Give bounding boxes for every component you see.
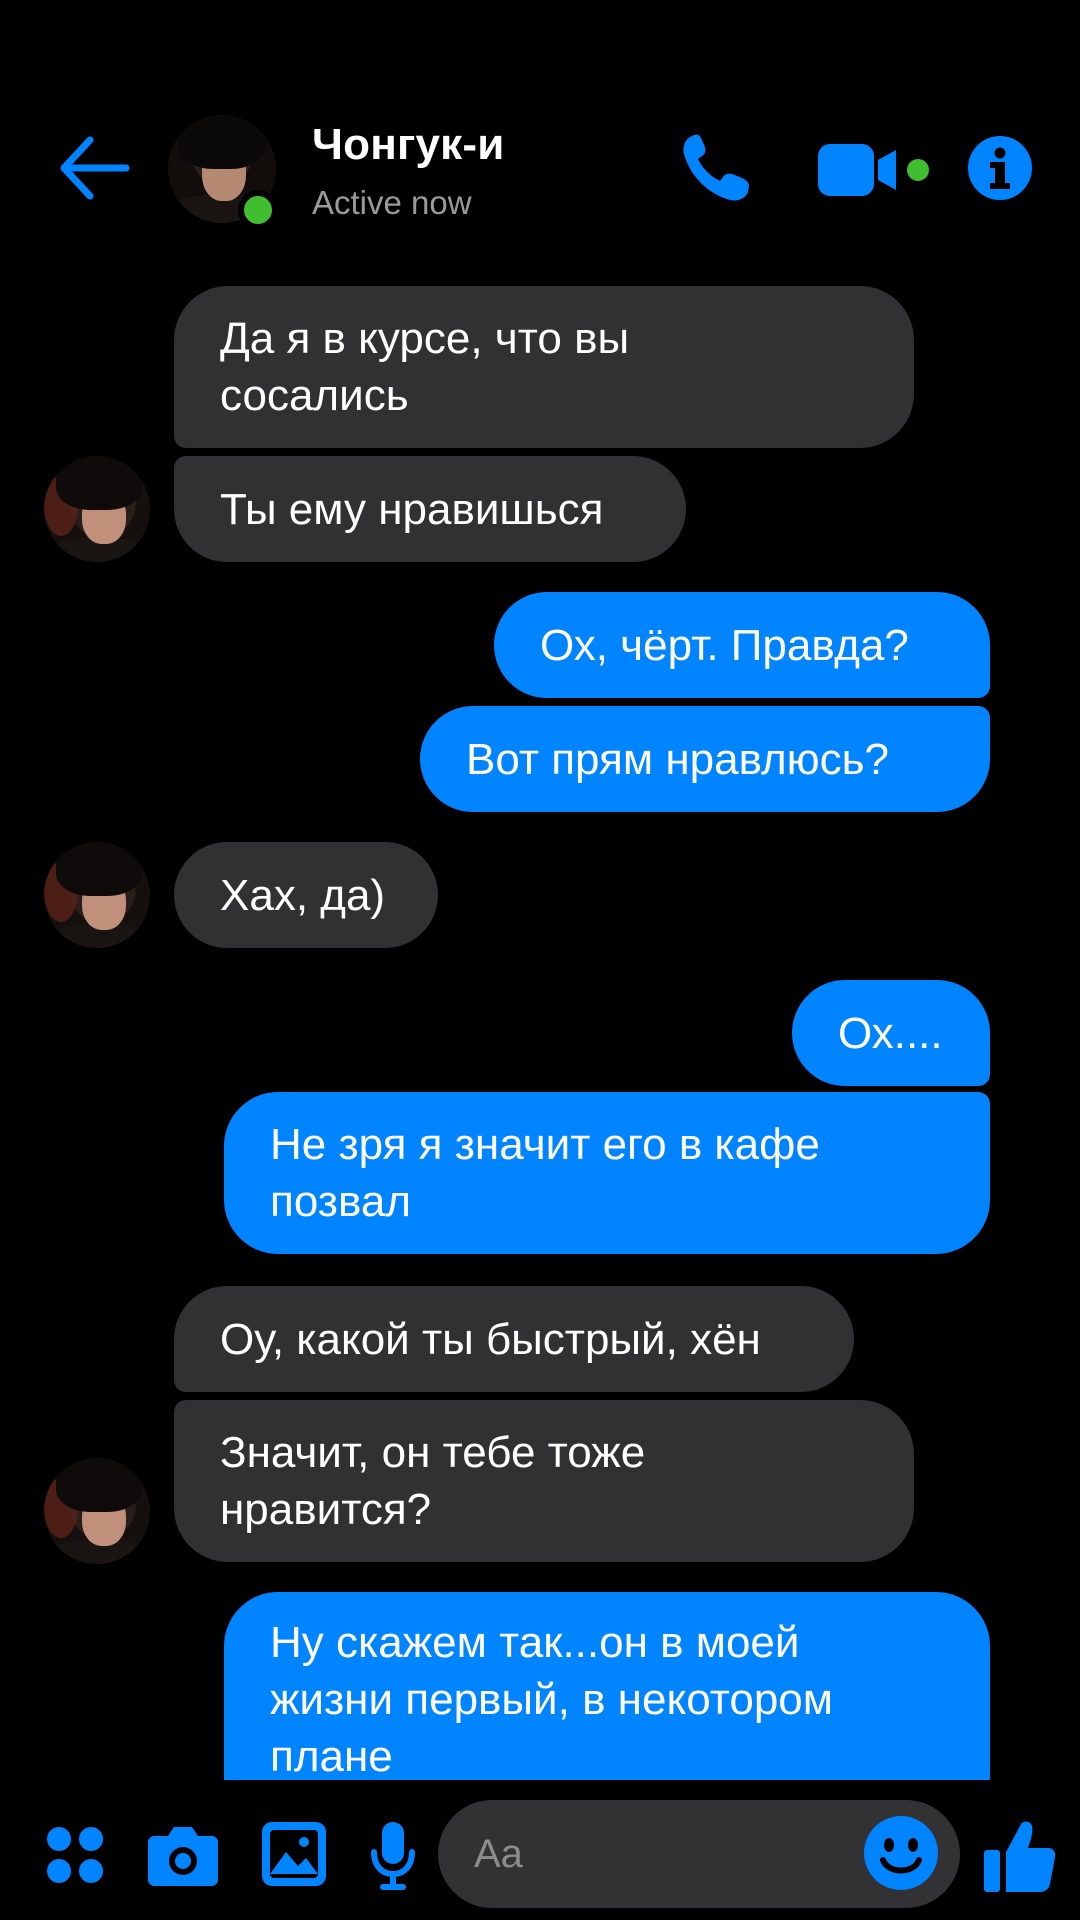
message-text: позвал [270, 1177, 412, 1226]
message-text: Ох.... [838, 1008, 943, 1058]
emoji-button[interactable] [864, 1816, 938, 1890]
contact-status: Active now [312, 184, 472, 221]
message-text: Ох, чёрт. Правда? [540, 620, 909, 670]
smiley-icon [864, 1816, 938, 1890]
contact-name[interactable]: Чонгук-и [312, 120, 505, 170]
message-bubble-outgoing[interactable]: Ох, чёрт. Правда? [494, 592, 990, 698]
message-bubble-incoming[interactable]: Хах, да) [174, 842, 438, 948]
chat-header: Чонгук-и Active now [0, 0, 1080, 250]
phone-icon [683, 134, 749, 201]
message-bubble-outgoing[interactable]: Ох.... [792, 980, 990, 1086]
message-text: плане [270, 1732, 393, 1781]
message-bubble-incoming[interactable]: Значит, он тебе тоже нравится? [174, 1400, 914, 1562]
message-bubble-outgoing[interactable]: Вот прям нравлюсь? [420, 706, 990, 812]
gallery-icon [262, 1822, 326, 1886]
message-text: Вот прям нравлюсь? [466, 734, 890, 784]
message-bubble-incoming[interactable]: Да я в курсе, что вы сосались [174, 286, 914, 448]
thumbs-up-icon [984, 1821, 1056, 1892]
contact-avatar-small[interactable] [44, 842, 150, 948]
voice-call-button[interactable] [678, 130, 754, 206]
video-call-button[interactable] [818, 140, 936, 200]
message-text: Ты ему нравишься [220, 484, 604, 534]
back-button[interactable] [56, 128, 132, 208]
message-text: Не зря я значит его в кафе [270, 1120, 820, 1169]
message-bubble-incoming[interactable]: Оу, какой ты быстрый, хён [174, 1286, 854, 1392]
message-text: сосались [220, 371, 409, 420]
info-icon [968, 136, 1032, 200]
contact-avatar-small[interactable] [44, 456, 150, 562]
gallery-button[interactable] [262, 1822, 326, 1886]
video-camera-icon [818, 144, 929, 196]
message-text: Хах, да) [220, 870, 386, 920]
microphone-icon [371, 1822, 415, 1890]
voice-message-button[interactable] [370, 1822, 416, 1890]
message-bubble-outgoing[interactable]: Ну скажем так...он в моей жизни первый, … [224, 1592, 990, 1782]
message-text: Ну скажем так...он в моей [270, 1618, 800, 1667]
camera-button[interactable] [148, 1824, 218, 1886]
message-text: жизни первый, в некотором [270, 1675, 834, 1724]
camera-icon [148, 1827, 218, 1886]
arrow-left-icon [60, 136, 130, 200]
message-text: Оу, какой ты быстрый, хён [220, 1314, 761, 1364]
message-text: Значит, он тебе тоже [220, 1428, 646, 1477]
message-bubble-incoming[interactable]: Ты ему нравишься [174, 456, 686, 562]
message-bubble-outgoing[interactable]: Не зря я значит его в кафе позвал [224, 1092, 990, 1254]
message-text: Да я в курсе, что вы [220, 314, 630, 363]
info-button[interactable] [968, 136, 1032, 200]
message-text: нравится? [220, 1485, 432, 1534]
apps-grid-icon [47, 1827, 103, 1883]
apps-button[interactable] [46, 1826, 104, 1884]
message-input-placeholder: Aa [474, 1832, 523, 1876]
messenger-chat-screen: Чонгук-и Active now Да я в курсе, что вы… [0, 0, 1080, 1920]
contact-avatar-small[interactable] [44, 1458, 150, 1564]
online-indicator [238, 190, 278, 230]
like-button[interactable] [984, 1818, 1056, 1894]
